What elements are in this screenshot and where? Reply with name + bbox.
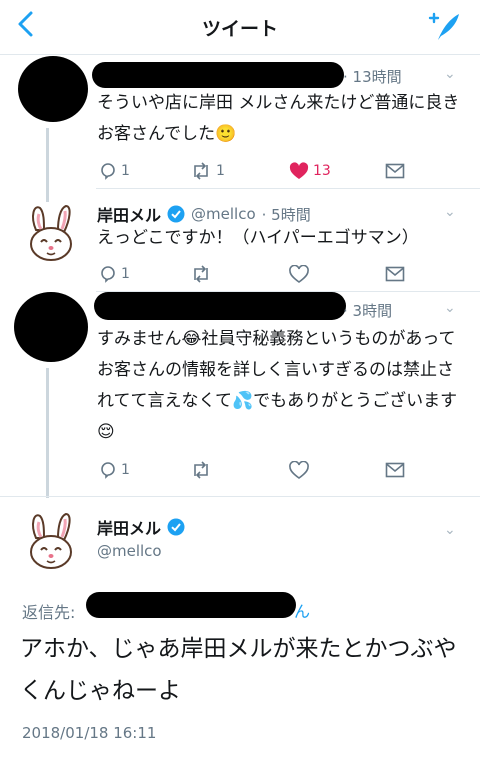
reply-count: 1	[121, 163, 130, 179]
author-name[interactable]: 岸田メル	[97, 515, 161, 539]
rabbit-avatar-icon	[30, 512, 72, 569]
redacted-name	[94, 292, 346, 320]
relieved-emoji-icon: 😌	[97, 422, 115, 442]
chevron-down-icon[interactable]: ⌄	[444, 204, 456, 220]
tweet-text: そういや店に岸田 メルさん来たけど普通に良きお客さんでした🙂	[97, 93, 460, 144]
top-bar: ツイート	[0, 0, 480, 55]
tweet-text: えっどこですか！（ハイパーエゴサマン）	[97, 228, 419, 248]
avatar-redacted[interactable]	[14, 292, 88, 362]
reply-count: 1	[121, 462, 130, 478]
tweet-text: すみません😂社員守秘義務というものがあってお客さんの情報を詳しく言いすぎるのは禁…	[97, 329, 458, 442]
reply-button[interactable]: 1	[99, 265, 130, 283]
retweet-icon	[194, 162, 208, 180]
retweet-icon	[194, 461, 208, 479]
mail-icon	[385, 163, 405, 179]
avatar-redacted[interactable]	[18, 56, 88, 122]
avatar-rabbit[interactable]	[22, 510, 80, 572]
mail-icon	[385, 462, 405, 478]
divider	[96, 188, 480, 189]
redacted-reply-target[interactable]	[86, 592, 296, 618]
retweet-icon	[194, 265, 208, 283]
divider	[0, 496, 480, 497]
mail-icon	[385, 266, 405, 282]
laughing-emoji-icon: 😂	[181, 329, 202, 349]
author-handle[interactable]: @mellco	[191, 205, 256, 223]
like-button[interactable]: 13	[289, 162, 331, 180]
redacted-name	[92, 62, 344, 88]
tweet-time: · 5時間	[261, 205, 311, 224]
share-button[interactable]	[385, 462, 405, 478]
heart-outline-icon	[289, 461, 309, 479]
reply-icon	[101, 163, 115, 180]
share-button[interactable]	[385, 163, 405, 179]
author-handle[interactable]: @mellco	[97, 542, 162, 560]
retweet-count: 1	[216, 163, 225, 179]
retweet-button[interactable]	[190, 265, 212, 283]
tweet-time: · 3時間	[343, 302, 393, 320]
main-tweet-text: アホか、じゃあ岸田メルが来たとかつぶやくんじゃねーよ	[20, 636, 457, 704]
chevron-down-icon[interactable]: ⌄	[444, 522, 456, 538]
avatar-rabbit[interactable]	[22, 202, 80, 264]
verified-badge-icon	[167, 205, 185, 223]
like-button[interactable]	[289, 461, 309, 479]
chevron-down-icon[interactable]: ⌄	[444, 66, 456, 82]
thread-line	[46, 368, 49, 498]
chevron-down-icon[interactable]: ⌄	[444, 300, 456, 316]
share-button[interactable]	[385, 266, 405, 282]
reply-icon	[101, 266, 115, 283]
rabbit-avatar-icon	[30, 204, 72, 261]
thread-line	[46, 128, 49, 202]
like-button[interactable]	[289, 265, 309, 283]
main-tweet-header: 岸田メル	[97, 515, 185, 539]
retweet-button[interactable]: 1	[190, 162, 225, 180]
reply-button[interactable]: 1	[99, 162, 130, 180]
smile-emoji-icon: 🙂	[215, 124, 237, 144]
retweet-button[interactable]	[190, 461, 212, 479]
sweat-drops-emoji-icon: 💦	[231, 391, 254, 411]
compose-tweet-icon[interactable]	[426, 10, 462, 48]
reply-to-username[interactable]: ん	[294, 598, 310, 622]
reply-icon	[101, 462, 115, 479]
reply-count: 1	[121, 266, 130, 282]
page-title: ツイート	[201, 18, 278, 40]
tweet-time: · 13時間	[343, 68, 402, 86]
like-count: 13	[313, 163, 331, 179]
heart-outline-icon	[289, 265, 309, 283]
verified-badge-icon	[167, 518, 185, 536]
reply-button[interactable]: 1	[99, 461, 130, 479]
reply-to-label: 返信先:	[22, 603, 76, 622]
heart-filled-icon	[289, 162, 309, 179]
tweet-timestamp: 2018/01/18 16:11	[22, 724, 157, 742]
